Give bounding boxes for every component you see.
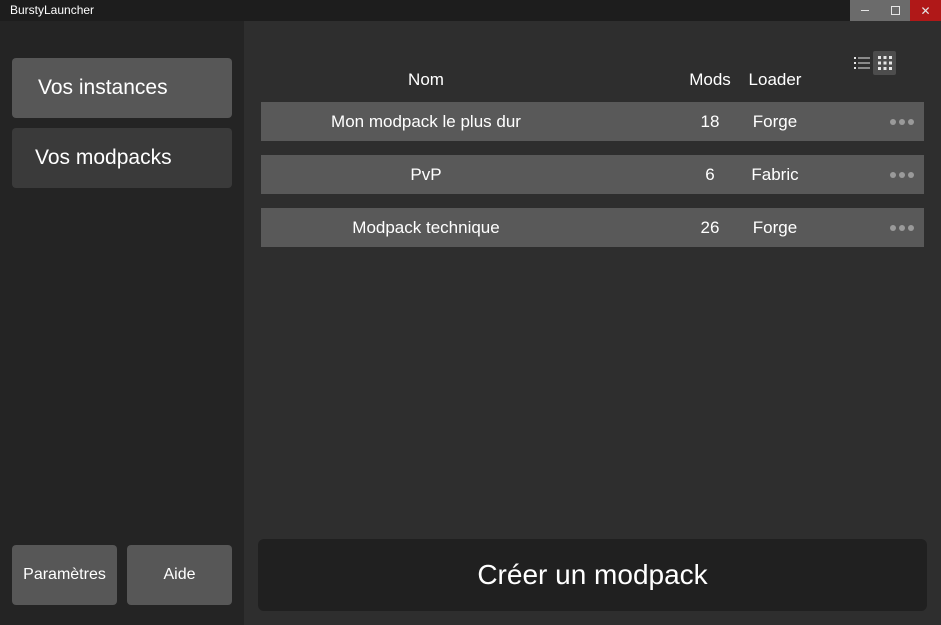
close-icon: ✕ [920,3,931,18]
grid-view-button[interactable] [873,51,896,75]
minimize-button[interactable] [850,0,880,21]
title-bar: BurstyLauncher ✕ [0,0,941,21]
window-title: BurstyLauncher [10,3,95,17]
help-button[interactable]: Aide [127,545,232,605]
modpack-loader: Forge [752,218,798,237]
list-view-button[interactable] [850,51,873,75]
modpack-loader: Forge [752,112,798,131]
create-modpack-button[interactable]: Créer un modpack [258,539,927,611]
grid-view-icon [877,56,892,70]
modpack-mod-count: 18 [700,112,720,131]
modpack-row[interactable]: Mon modpack le plus dur 18 Forge [261,102,924,141]
column-header-mods: Mods [689,70,731,89]
modpack-name: Mon modpack le plus dur [331,112,521,131]
more-options-icon[interactable] [890,119,914,125]
modpack-name: Modpack technique [352,218,500,237]
main-panel: Nom Mods Loader Mon modpack le plus dur … [244,21,941,625]
column-header-loader: Loader [748,70,802,89]
create-modpack-label: Créer un modpack [477,559,708,590]
nav-instances-label: Vos instances [38,76,168,99]
settings-label: Paramètres [23,566,106,583]
maximize-icon [890,6,900,15]
nav-instances-button[interactable]: Vos instances [12,58,232,118]
column-header-name: Nom [408,70,444,89]
minimize-icon [861,10,869,11]
maximize-button[interactable] [880,0,910,21]
more-options-icon[interactable] [890,172,914,178]
nav-modpacks-button[interactable]: Vos modpacks [12,128,232,188]
settings-button[interactable]: Paramètres [12,545,117,605]
more-options-icon[interactable] [890,225,914,231]
sidebar: Vos instances Vos modpacks Paramètres Ai… [0,21,244,625]
help-label: Aide [163,566,196,583]
nav-modpacks-label: Vos modpacks [35,146,172,169]
modpack-row[interactable]: PvP 6 Fabric [261,155,924,194]
modpack-name: PvP [410,165,442,184]
modpack-mod-count: 26 [700,218,720,237]
list-view-icon [853,57,870,69]
modpack-row[interactable]: Modpack technique 26 Forge [261,208,924,247]
view-toggle [850,51,896,75]
close-button[interactable]: ✕ [910,0,941,21]
modpack-mod-count: 6 [705,165,715,184]
modpack-loader: Fabric [751,165,799,184]
